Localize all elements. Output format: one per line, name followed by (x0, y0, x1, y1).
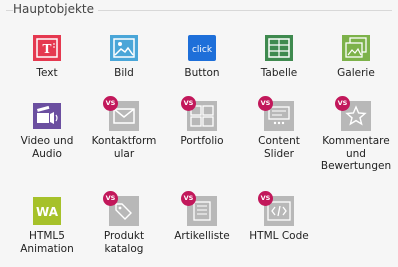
video-audio-icon (32, 101, 62, 131)
tile-label: Tabelle (260, 67, 298, 79)
vs-badge-icon: VS (103, 96, 118, 111)
tile-portfolio[interactable]: VS Portfolio (164, 96, 240, 148)
tile-content-slider[interactable]: VS Content Slider (241, 96, 317, 160)
tile-label: Text (36, 67, 58, 79)
tile-label: HTML Code (249, 230, 309, 242)
vs-badge-icon: VS (181, 96, 196, 111)
button-icon: click (187, 33, 217, 63)
tile-button[interactable]: click Button (164, 33, 240, 80)
tile-comments-ratings[interactable]: VS Kommentare und Bewertungen (318, 96, 394, 173)
svg-text:click: click (192, 45, 213, 55)
comments-ratings-icon: VS (335, 96, 371, 131)
tile-image[interactable]: Bild (86, 33, 162, 80)
tile-label: Bild (114, 67, 134, 79)
tile-product-catalog[interactable]: VS Produkt katalog (86, 191, 162, 255)
html-code-icon: VS (258, 191, 294, 226)
product-catalog-icon: VS (103, 191, 139, 226)
contact-form-icon: VS (103, 96, 139, 131)
section-title: Hauptobjekte (13, 2, 99, 16)
tile-html5-animation[interactable]: WA HTML5 Animation (9, 196, 85, 255)
portfolio-icon: VS (181, 96, 217, 131)
vs-badge-icon: VS (181, 191, 196, 206)
text-icon: T (32, 33, 62, 63)
table-icon (264, 33, 294, 63)
tile-text[interactable]: T Text (9, 33, 85, 80)
article-list-icon: VS (181, 191, 217, 226)
tile-label: Produkt katalog (103, 230, 145, 255)
tile-label: Kontaktform ular (91, 135, 157, 160)
tile-label: Content Slider (258, 135, 300, 160)
tile-table[interactable]: Tabelle (241, 33, 317, 80)
vs-badge-icon: VS (258, 191, 273, 206)
vs-badge-icon: VS (103, 191, 118, 206)
tile-label: Galerie (337, 67, 375, 79)
tile-label: Video und Audio (20, 135, 74, 160)
vs-badge-icon: VS (258, 96, 273, 111)
svg-text:WA: WA (36, 205, 59, 219)
tile-article-list[interactable]: VS Artikelliste (164, 191, 240, 243)
gallery-icon (341, 33, 371, 63)
image-icon (109, 33, 139, 63)
tile-video-audio[interactable]: Video und Audio (9, 101, 85, 160)
tile-gallery[interactable]: Galerie (318, 33, 394, 80)
content-slider-icon: VS (258, 96, 294, 131)
tile-label: Button (184, 67, 220, 79)
svg-text:T: T (43, 42, 52, 56)
html5-animation-icon: WA (32, 196, 62, 226)
tile-label: HTML5 Animation (20, 230, 74, 255)
tile-label: Portfolio (180, 135, 224, 147)
tile-label: Artikelliste (174, 230, 230, 242)
tile-label: Kommentare und Bewertungen (320, 135, 392, 172)
tile-html-code[interactable]: VS HTML Code (241, 191, 317, 243)
tile-contact-form[interactable]: VS Kontaktform ular (86, 96, 162, 160)
vs-badge-icon: VS (335, 96, 350, 111)
